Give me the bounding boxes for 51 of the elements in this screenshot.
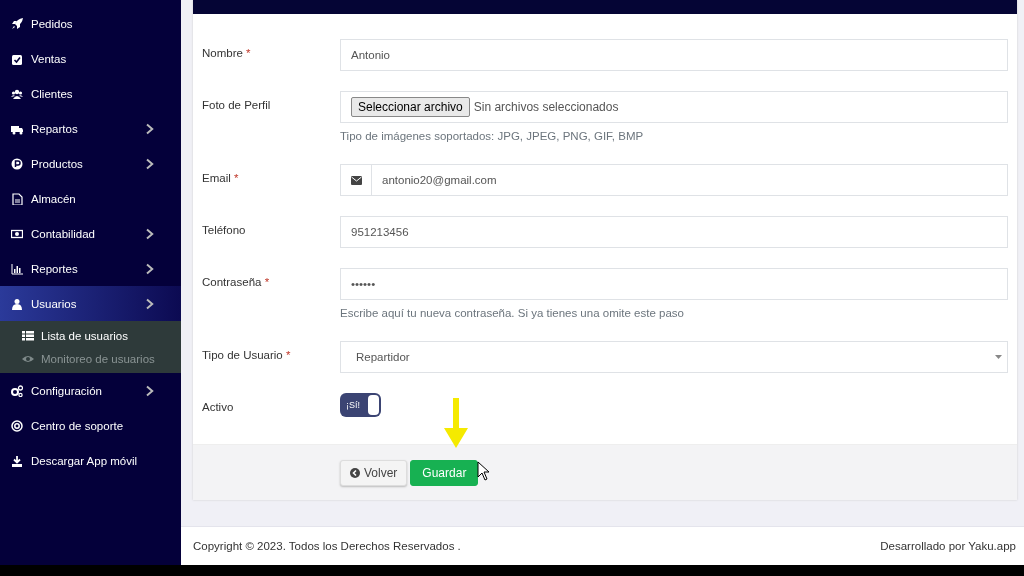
- toggle-switch[interactable]: ¡Sí!: [340, 393, 381, 417]
- bar-chart-icon: [11, 262, 23, 275]
- field-label: Tipo de Usuario *: [202, 348, 292, 363]
- down-arrow-icon: [444, 398, 468, 448]
- text-field[interactable]: Antonio: [340, 39, 1008, 71]
- file-field[interactable]: Seleccionar archivo Sin archivos seleccionados: [340, 91, 1008, 123]
- checkbox-icon: [11, 52, 23, 65]
- copyright-text: Copyright © 2023. Todos los Derechos Reservados .: [193, 540, 461, 552]
- file-status-text: Sin archivos seleccionados: [473, 100, 619, 114]
- sidebar-item[interactable]: Descargar App móvil: [0, 443, 181, 478]
- choose-file-button[interactable]: Seleccionar archivo: [351, 97, 470, 117]
- envelope-icon: [350, 175, 362, 185]
- sidebar-item[interactable]: Reportes: [0, 251, 181, 286]
- text-field[interactable]: 951213456: [340, 216, 1008, 248]
- password-field[interactable]: ••••••: [340, 268, 1008, 300]
- sidebar-item[interactable]: Pedidos: [0, 6, 181, 41]
- field-label: Nombre *: [202, 46, 252, 61]
- sidebar-item[interactable]: Configuración: [0, 373, 181, 408]
- select-field[interactable]: Repartidor: [340, 341, 1008, 373]
- list-icon: [22, 329, 34, 342]
- back-button[interactable]: Volver: [340, 459, 408, 486]
- credit-text: Desarrollado por Yaku.app: [880, 540, 1016, 552]
- sidebar-item[interactable]: Productos: [0, 146, 181, 181]
- field-label: Activo: [202, 400, 235, 415]
- help-text: Tipo de imágenes soportados: JPG, JPEG, PNG, GIF, BMP: [340, 129, 645, 144]
- rocket-icon: [11, 17, 23, 30]
- users-icon: [11, 87, 23, 100]
- email-field[interactable]: antonio20@gmail.com: [340, 164, 1008, 196]
- document-icon: [11, 192, 23, 205]
- field-label: Email *: [202, 171, 240, 186]
- submenu-item[interactable]: Monitoreo de usuarios: [0, 347, 181, 370]
- banknote-icon: [11, 227, 23, 240]
- sidebar-item[interactable]: Almacén: [0, 181, 181, 216]
- gears-icon: [11, 384, 23, 397]
- field-label: Teléfono: [202, 223, 247, 238]
- back-arrow-icon: [350, 467, 360, 478]
- caret-down-icon: [995, 355, 1002, 359]
- sidebar-item[interactable]: Ventas: [0, 41, 181, 76]
- help-text: Escribe aquí tu nueva contraseña. Si ya tienes una omite este paso: [340, 306, 685, 321]
- submenu-item[interactable]: Lista de usuarios: [0, 324, 181, 347]
- field-label: Foto de Perfil: [202, 98, 272, 113]
- sidebar-item[interactable]: Repartos: [0, 111, 181, 146]
- sidebar-item[interactable]: Clientes: [0, 76, 181, 111]
- user-icon: [11, 297, 23, 310]
- mouse-cursor-icon: [477, 461, 491, 481]
- p-coin-icon: [11, 157, 23, 170]
- sidebar-item[interactable]: Usuarios: [0, 286, 181, 321]
- sidebar-item[interactable]: Contabilidad: [0, 216, 181, 251]
- sidebar-item[interactable]: Centro de soporte: [0, 408, 181, 443]
- download-icon: [11, 454, 23, 467]
- field-label: Contraseña *: [202, 275, 271, 290]
